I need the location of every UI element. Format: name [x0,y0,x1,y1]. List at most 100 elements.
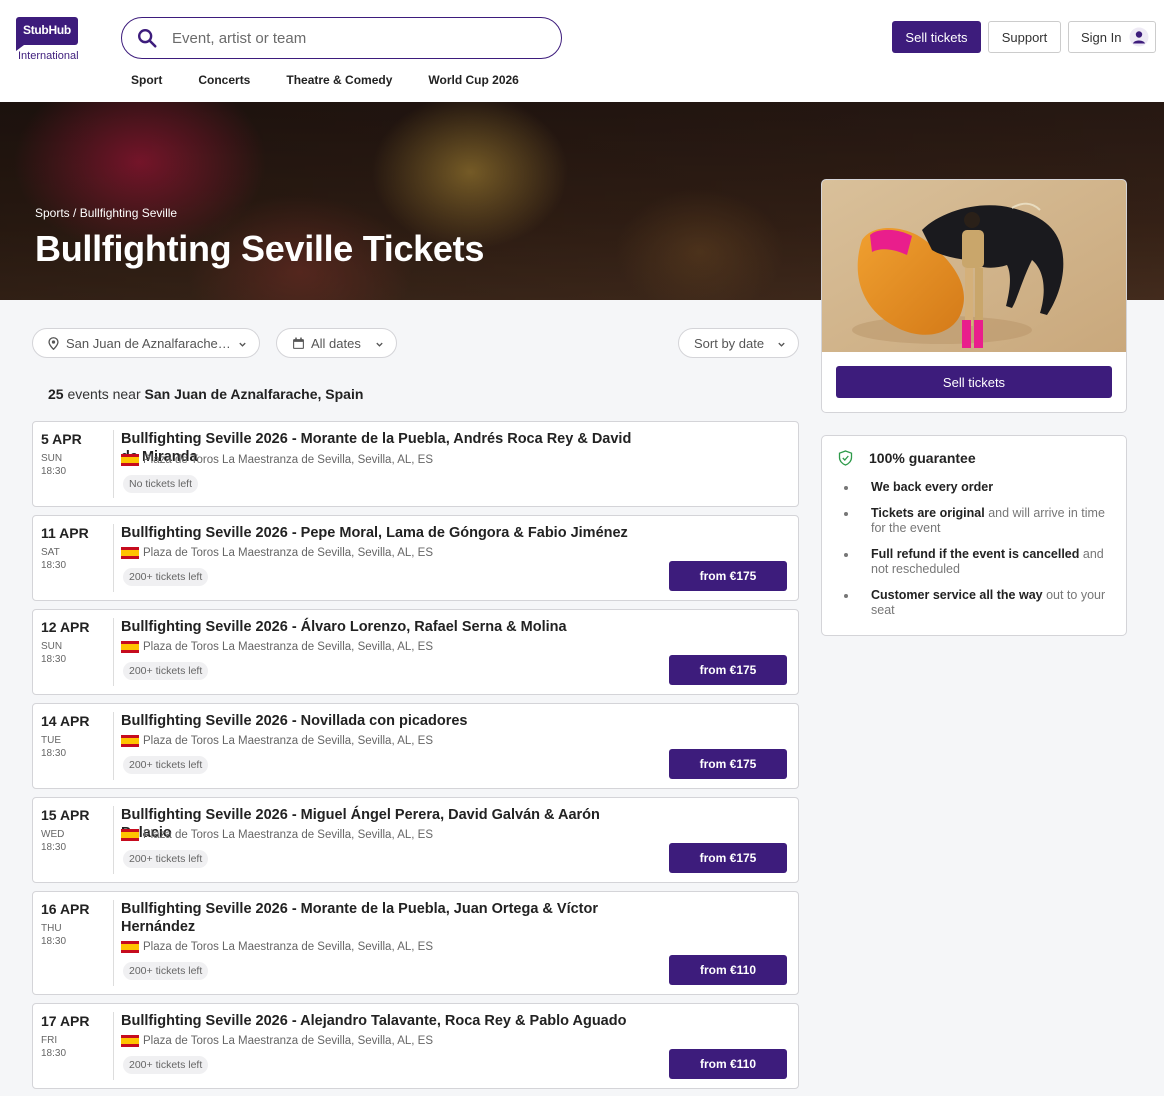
user-avatar-icon [1129,27,1149,47]
event-card[interactable]: 5 APR SUN 18:30 Bullfighting Seville 202… [32,421,799,507]
event-time: 18:30 [41,748,67,759]
page-title: Bullfighting Seville Tickets [35,228,485,269]
sign-in-button[interactable]: Sign In [1068,21,1156,53]
event-card[interactable]: 11 APR SAT 18:30 Bullfighting Seville 20… [32,515,799,601]
event-weekday: FRI [41,1035,58,1046]
nav-theatre-comedy[interactable]: Theatre & Comedy [286,73,392,87]
spain-flag-icon [121,829,139,841]
event-card[interactable]: 12 APR SUN 18:30 Bullfighting Seville 20… [32,609,799,695]
event-time: 18:30 [41,654,67,665]
event-card[interactable]: 15 APR WED 18:30 Bullfighting Seville 20… [32,797,799,883]
guarantee-item: We back every order [842,480,1112,495]
guarantee-list: We back every order Tickets are original… [842,480,1112,629]
event-name[interactable]: Bullfighting Seville 2026 - Morante de l… [121,900,621,936]
event-name[interactable]: Bullfighting Seville 2026 - Novillada co… [121,712,651,730]
support-button[interactable]: Support [988,21,1061,53]
location-pin-icon [48,336,59,350]
guarantee-title: 100% guarantee [838,450,976,466]
event-date: 11 APR SAT 18:30 [41,525,113,571]
event-name[interactable]: Bullfighting Seville 2026 - Pepe Moral, … [121,524,651,542]
chevron-down-icon [239,342,246,347]
location-filter[interactable]: San Juan de Aznalfarache, Spain [32,328,260,358]
logo-subtitle: International [18,50,79,62]
event-day: 14 APR [41,713,90,729]
chevron-down-icon [778,342,785,347]
event-date: 16 APR THU 18:30 [41,901,113,947]
event-time: 18:30 [41,560,67,571]
sell-tickets-button[interactable]: Sell tickets [892,21,981,53]
guarantee-title-text: 100% guarantee [869,450,976,466]
chevron-down-icon [376,342,383,347]
search-input[interactable] [172,28,542,48]
stubhub-logo[interactable]: StubHub International [16,17,80,62]
dates-filter-label: All dates [311,335,361,351]
site-header: StubHub International Sport Concerts The… [0,0,1164,102]
event-time: 18:30 [41,466,67,477]
event-name[interactable]: Bullfighting Seville 2026 - Alejandro Ta… [121,1012,651,1030]
main-nav: Sport Concerts Theatre & Comedy World Cu… [131,73,519,87]
event-venue: Plaza de Toros La Maestranza de Sevilla,… [121,454,433,466]
breadcrumb-sports[interactable]: Sports [35,206,70,220]
event-card[interactable]: 16 APR THU 18:30 Bullfighting Seville 20… [32,891,799,995]
calendar-icon [293,337,304,349]
breadcrumb-current[interactable]: Bullfighting Seville [80,206,177,220]
event-venue: Plaza de Toros La Maestranza de Sevilla,… [121,1035,433,1047]
event-venue-text: Plaza de Toros La Maestranza de Sevilla,… [143,454,434,466]
divider [113,618,114,686]
event-date: 14 APR TUE 18:30 [41,713,113,759]
event-day: 17 APR [41,1013,90,1029]
event-day: 5 APR [41,431,82,447]
event-date: 12 APR SUN 18:30 [41,619,113,665]
availability-badge: No tickets left [123,475,199,493]
event-date: 17 APR FRI 18:30 [41,1013,113,1059]
event-image-card: Sell tickets [821,179,1127,413]
event-card[interactable]: 14 APR TUE 18:30 Bullfighting Seville 20… [32,703,799,789]
guarantee-item-bold: We back every order [871,480,994,494]
price-button[interactable]: from €175 [669,561,787,591]
nav-sport[interactable]: Sport [131,73,162,87]
events-count-location: San Juan de Aznalfarache, Spain [144,386,364,402]
event-venue-text: Plaza de Toros La Maestranza de Sevilla,… [143,547,434,559]
spain-flag-icon [121,547,139,559]
spain-flag-icon [121,641,139,653]
event-weekday: SAT [41,547,60,558]
event-date: 5 APR SUN 18:30 [41,431,113,477]
guarantee-item-bold: Full refund if the event is cancelled [871,547,1080,561]
divider [113,900,114,986]
event-venue-text: Plaza de Toros La Maestranza de Sevilla,… [143,641,434,653]
divider [113,712,114,780]
price-button[interactable]: from €175 [669,843,787,873]
event-day: 15 APR [41,807,90,823]
search-bar[interactable] [121,17,562,59]
event-name[interactable]: Bullfighting Seville 2026 - Álvaro Loren… [121,618,651,636]
guarantee-item: Customer service all the way out to your… [842,588,1112,618]
event-day: 11 APR [41,525,89,541]
nav-world-cup-2026[interactable]: World Cup 2026 [428,73,518,87]
price-button[interactable]: from €110 [669,955,787,985]
dates-filter[interactable]: All dates [276,328,397,358]
events-count: 25 events near San Juan de Aznalfarache,… [48,386,363,402]
event-time: 18:30 [41,1048,67,1059]
price-button[interactable]: from €175 [669,655,787,685]
sort-filter[interactable]: Sort by date [678,328,799,358]
spain-flag-icon [121,735,139,747]
divider [113,1012,114,1080]
sign-in-label: Sign In [1081,29,1122,45]
divider [113,806,114,874]
sidebar-sell-tickets-button[interactable]: Sell tickets [836,366,1112,398]
price-button[interactable]: from €110 [669,1049,787,1079]
availability-badge: 200+ tickets left [123,662,209,680]
events-count-text: events near [63,386,145,402]
availability-badge: 200+ tickets left [123,850,209,868]
event-weekday: WED [41,829,65,840]
price-button[interactable]: from €175 [669,749,787,779]
search-icon[interactable] [136,27,158,49]
event-day: 12 APR [41,619,90,635]
nav-concerts[interactable]: Concerts [198,73,250,87]
event-list: 5 APR SUN 18:30 Bullfighting Seville 202… [32,421,799,1096]
event-weekday: THU [41,923,62,934]
event-card[interactable]: 17 APR FRI 18:30 Bullfighting Seville 20… [32,1003,799,1089]
event-venue-text: Plaza de Toros La Maestranza de Sevilla,… [143,829,434,841]
spain-flag-icon [121,1035,139,1047]
guarantee-card: 100% guarantee We back every order Ticke… [821,435,1127,636]
